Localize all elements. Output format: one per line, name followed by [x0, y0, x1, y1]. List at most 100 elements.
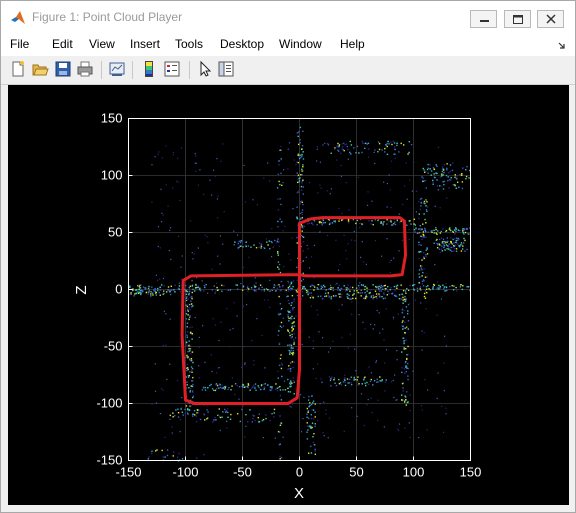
- menu-tools[interactable]: Tools: [175, 37, 203, 51]
- cloud-point: [190, 359, 193, 362]
- cloud-point: [407, 378, 409, 381]
- cloud-point: [379, 332, 381, 334]
- cloud-point: [216, 289, 219, 291]
- cloud-point: [350, 144, 353, 146]
- cloud-point: [260, 247, 262, 249]
- cloud-point: [390, 381, 393, 383]
- cloud-point: [169, 293, 172, 296]
- cloud-point: [406, 354, 408, 356]
- minimize-button[interactable]: [470, 10, 497, 28]
- menu-insert[interactable]: Insert: [130, 37, 160, 51]
- menu-edit[interactable]: Edit: [52, 37, 73, 51]
- cloud-point: [393, 294, 396, 297]
- cloud-point: [383, 339, 385, 341]
- cloud-point: [269, 306, 271, 308]
- figure-canvas[interactable]: -150 -100 -50 0 50 100 150 -150 -100 -50 0 50 100 150…: [8, 85, 569, 505]
- cloud-point: [334, 295, 336, 298]
- cloud-point: [339, 381, 342, 384]
- cloud-point: [419, 228, 421, 230]
- cloud-point: [198, 346, 200, 348]
- cloud-point: [172, 187, 174, 189]
- cloud-point: [160, 388, 163, 390]
- cloud-point: [291, 382, 293, 384]
- cloud-point: [441, 405, 443, 407]
- cloud-point: [311, 409, 313, 411]
- open-file-icon[interactable]: [31, 60, 49, 78]
- menu-window[interactable]: Window: [279, 37, 322, 51]
- cloud-point: [292, 208, 294, 210]
- cloud-point: [204, 234, 206, 236]
- cloud-point: [289, 310, 292, 312]
- cloud-point: [137, 285, 139, 287]
- cloud-point: [455, 286, 457, 289]
- legend-icon[interactable]: [163, 60, 181, 78]
- cloud-point: [449, 285, 451, 288]
- cloud-point: [279, 183, 281, 186]
- cloud-point: [292, 349, 295, 352]
- cloud-point: [307, 293, 309, 296]
- cloud-point: [420, 244, 422, 246]
- menu-view[interactable]: View: [89, 37, 115, 51]
- cloud-point: [287, 316, 289, 318]
- menu-help[interactable]: Help: [340, 37, 365, 51]
- cloud-point: [333, 378, 335, 381]
- cloud-point: [332, 340, 334, 342]
- cloud-point: [338, 378, 340, 381]
- cloud-point: [376, 309, 378, 312]
- cloud-point: [452, 184, 455, 186]
- cloud-point: [343, 142, 345, 144]
- property-inspector-icon[interactable]: [217, 60, 235, 78]
- close-button[interactable]: [537, 10, 564, 28]
- cloud-point: [161, 157, 163, 159]
- cloud-point: [321, 222, 323, 225]
- cloud-point: [186, 326, 188, 328]
- cloud-point: [191, 297, 193, 300]
- cloud-point: [438, 284, 440, 287]
- cloud-point: [157, 287, 159, 290]
- cloud-point: [442, 168, 445, 170]
- dock-arrow-icon[interactable]: [557, 38, 567, 49]
- cloud-point: [337, 269, 340, 271]
- print-icon[interactable]: [76, 60, 94, 78]
- cloud-point: [277, 284, 279, 286]
- cloud-point: [198, 377, 200, 379]
- cloud-point: [336, 159, 338, 161]
- cloud-point: [289, 334, 291, 337]
- cloud-point: [361, 151, 363, 154]
- cloud-point: [236, 284, 239, 286]
- cloud-point: [366, 143, 369, 145]
- new-figure-icon[interactable]: [9, 60, 27, 78]
- cloud-point: [148, 291, 150, 294]
- maximize-button[interactable]: [504, 10, 531, 28]
- cloud-point: [190, 369, 193, 371]
- cloud-point: [177, 412, 180, 414]
- cloud-point: [443, 362, 445, 364]
- cloud-point: [185, 318, 188, 320]
- save-icon[interactable]: [54, 60, 72, 78]
- cloud-point: [227, 411, 229, 414]
- colorbar-icon[interactable]: [140, 60, 158, 78]
- cloud-point: [328, 219, 331, 221]
- cloud-point: [312, 400, 315, 402]
- cloud-point: [156, 279, 159, 282]
- cloud-point: [441, 166, 444, 168]
- cloud-point: [189, 371, 191, 373]
- cloud-point: [210, 354, 212, 356]
- cloud-point: [335, 283, 337, 286]
- cloud-point: [291, 403, 294, 405]
- cloud-point: [233, 243, 235, 246]
- cloud-point: [443, 180, 446, 183]
- cloud-point: [218, 339, 220, 342]
- menu-desktop[interactable]: Desktop: [220, 37, 264, 51]
- cloud-point: [408, 289, 411, 291]
- point-cloud-plot[interactable]: -150 -100 -50 0 50 100 150-150-100-50050100150…: [8, 85, 569, 505]
- cloud-point: [340, 175, 343, 177]
- cloud-point: [421, 409, 423, 411]
- title-bar[interactable]: Figure 1: Point Cloud Player: [1, 1, 575, 33]
- cloud-point: [384, 297, 387, 299]
- menu-file[interactable]: File: [10, 37, 29, 51]
- cloud-point: [138, 286, 141, 288]
- link-plot-icon[interactable]: [108, 60, 126, 78]
- pointer-icon[interactable]: [196, 60, 214, 78]
- cloud-point: [411, 284, 414, 287]
